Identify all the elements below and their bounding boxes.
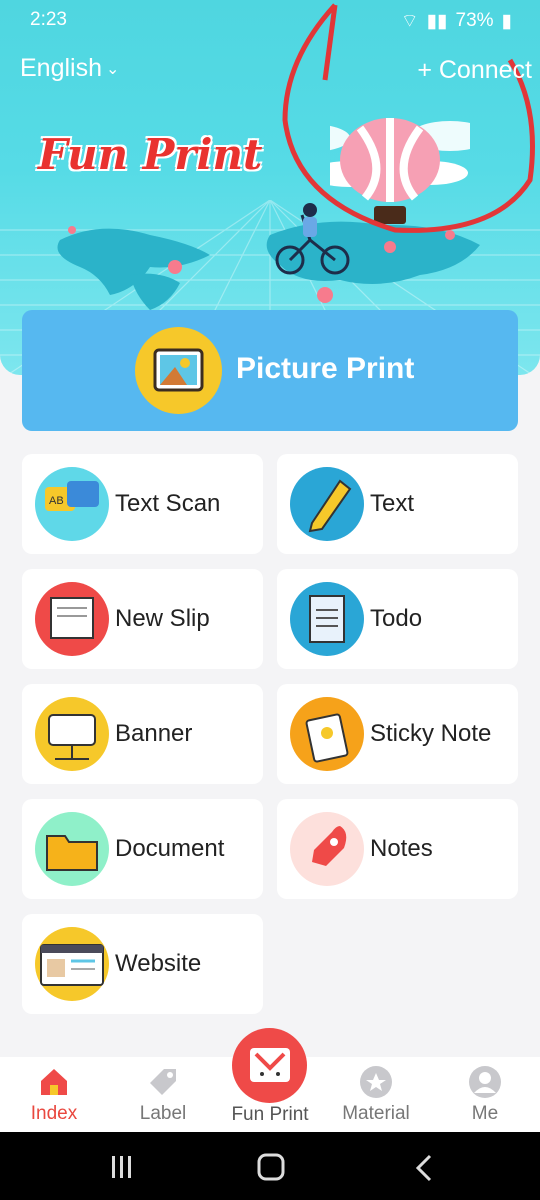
feature-label: Text (370, 490, 415, 517)
feature-label: Website (115, 950, 202, 977)
picture-icon (135, 327, 222, 414)
tag-icon (146, 1065, 180, 1099)
system-navigation-bar (0, 1132, 540, 1200)
feature-banner[interactable]: Banner (22, 684, 263, 784)
picture-print-label: Picture Print (236, 352, 415, 385)
connect-button[interactable]: + Connect (417, 56, 532, 85)
back-icon[interactable] (415, 1154, 432, 1182)
status-bar: 2:23 ⌔ ▮▮ 73% ▮ (0, 0, 540, 40)
slip-icon (35, 582, 109, 656)
rocket-icon (290, 812, 364, 886)
book-icon (250, 1048, 290, 1082)
nav-label-label: Label (139, 1103, 187, 1124)
feature-label: Text Scan (115, 490, 221, 517)
nav-me[interactable]: Me (440, 1057, 530, 1132)
banner-icon (35, 697, 109, 771)
feature-text[interactable]: Text (277, 454, 518, 554)
language-label: English (20, 54, 102, 82)
battery-icon: ▮ (501, 10, 512, 32)
text-scan-icon: AB (35, 467, 109, 541)
fun-print-logo: Fun Print (38, 130, 263, 179)
fun-print-fab[interactable] (232, 1028, 307, 1103)
nav-me-label: Me (471, 1103, 499, 1124)
home-button-icon[interactable] (257, 1153, 285, 1181)
status-time: 2:23 (30, 9, 67, 30)
feature-sticky-note[interactable]: Sticky Note (277, 684, 518, 784)
sticky-note-icon (290, 697, 364, 771)
pencil-icon (290, 467, 364, 541)
language-selector[interactable]: English ⌄ (20, 54, 119, 83)
recent-apps-icon[interactable] (112, 1156, 131, 1178)
folder-icon (35, 812, 109, 886)
feature-new-slip[interactable]: New Slip (22, 569, 263, 669)
profile-icon (468, 1065, 502, 1099)
feature-todo[interactable]: Todo (277, 569, 518, 669)
nav-material-label: Material (342, 1103, 410, 1124)
svg-text:AB: AB (49, 495, 64, 507)
home-icon (37, 1065, 71, 1099)
fun-print-label: Fun Print (231, 1104, 309, 1125)
feature-label: Banner (115, 720, 193, 747)
battery-level: 73% (455, 10, 494, 31)
feature-website[interactable]: Website (22, 914, 263, 1014)
feature-document[interactable]: Document (22, 799, 263, 899)
feature-text-scan[interactable]: AB Text Scan (22, 454, 263, 554)
nav-index-label: Index (30, 1103, 78, 1124)
star-icon (359, 1065, 393, 1099)
feature-label: Todo (370, 605, 423, 632)
signal-icon: ▮▮ (426, 10, 448, 32)
nav-material[interactable]: Material (331, 1057, 421, 1132)
todo-icon (290, 582, 364, 656)
feature-notes[interactable]: Notes (277, 799, 518, 899)
feature-label: New Slip (115, 605, 210, 632)
feature-label: Document (115, 835, 225, 862)
website-icon (35, 927, 109, 1001)
chevron-down-icon: ⌄ (106, 60, 120, 78)
feature-label: Sticky Note (370, 720, 492, 747)
wifi-icon: ⌔ (400, 11, 419, 32)
feature-label: Notes (370, 835, 433, 862)
nav-index[interactable]: Index (9, 1057, 99, 1132)
nav-label[interactable]: Label (118, 1057, 208, 1132)
picture-print-button[interactable]: Picture Print (22, 310, 518, 431)
